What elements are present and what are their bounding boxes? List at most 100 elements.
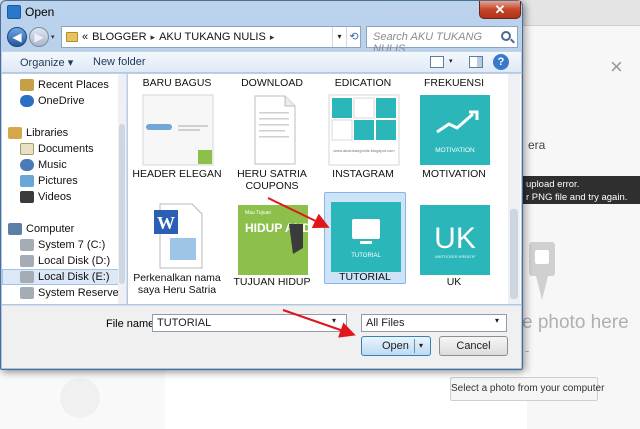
back-button[interactable]: ◀: [7, 27, 27, 47]
open-button[interactable]: Open ▾: [361, 336, 431, 356]
image-thumbnail: Mau Tujuan HIDUP ANDA: [238, 205, 309, 275]
address-history-dropdown-icon[interactable]: ▾: [332, 27, 346, 47]
file-item-perkenalkan[interactable]: W Perkenalkan nama saya Heru Satria: [132, 194, 222, 302]
sidebar-item-documents[interactable]: Documents: [2, 141, 126, 157]
sidebar-item-recent-places[interactable]: Recent Places: [2, 77, 126, 93]
upload-error-banner: upload error. r PNG file and try again.: [522, 176, 640, 204]
file-label: TUJUAN HIDUP: [233, 276, 311, 288]
drive-icon: [20, 239, 34, 251]
file-item-instagram[interactable]: www.akutukangnulis.blogspot.com INSTAGRA…: [318, 92, 408, 184]
computer-icon: [8, 223, 22, 235]
image-thumbnail: MOTIVATION: [420, 95, 490, 165]
scrollbar-thumb[interactable]: [119, 124, 125, 284]
breadcrumb-separator-icon[interactable]: ▸: [151, 32, 156, 43]
file-label: HERU SATRIA COUPONS: [237, 168, 307, 192]
sidebar-item-label: Recent Places: [38, 79, 109, 91]
breadcrumb-separator-icon[interactable]: ▸: [270, 32, 275, 43]
new-folder-button[interactable]: New folder: [93, 56, 146, 68]
recent-places-icon: [20, 79, 34, 91]
dialog-title: Open: [25, 5, 55, 19]
help-icon[interactable]: ?: [493, 54, 509, 70]
file-label[interactable]: EDICATION: [318, 77, 408, 89]
split-divider: [414, 339, 415, 353]
organize-menu-button[interactable]: Organize ▾: [20, 56, 73, 69]
sidebar-item-drive-c[interactable]: System 7 (C:): [2, 237, 126, 253]
sidebar-item-label: Videos: [38, 191, 72, 203]
sidebar-item-libraries[interactable]: Libraries: [2, 125, 126, 141]
file-type-dropdown-icon[interactable]: ▾: [495, 316, 499, 325]
thumb-caption: TUTORIAL: [351, 253, 381, 259]
breadcrumb-current-folder[interactable]: AKU TUKANG NULIS: [159, 31, 266, 43]
file-label: UK: [446, 276, 462, 288]
file-label[interactable]: FREKUENSI: [409, 77, 499, 89]
word-document-icon: W: [154, 203, 203, 269]
sidebar-item-pictures[interactable]: Pictures: [2, 173, 126, 189]
scrollbar-thumb[interactable]: [510, 209, 518, 299]
open-button-label: Open: [382, 340, 409, 352]
image-thumbnail: www.akutukangnulis.blogspot.com: [328, 94, 400, 166]
close-icon[interactable]: ×: [610, 56, 623, 78]
search-icon[interactable]: [501, 31, 511, 41]
videos-icon: [20, 191, 34, 203]
file-list: BARU BAGUS DOWNLOAD EDICATION FREKUENSI …: [128, 74, 521, 304]
close-button[interactable]: ✕: [479, 1, 521, 19]
onedrive-icon: [20, 95, 34, 107]
navpane-scrollbar[interactable]: [118, 74, 126, 304]
image-thumbnail: TUTORIAL: [331, 202, 401, 272]
sidebar-item-computer[interactable]: Computer: [2, 221, 126, 237]
dropzone-or: -: [525, 343, 530, 358]
image-thumbnail: UK UNSTICKER KREATIF: [420, 205, 490, 275]
file-label: MOTIVATION: [422, 168, 486, 180]
image-thumbnail: [142, 94, 214, 166]
svg-text:W: W: [157, 213, 175, 233]
drive-icon: [20, 255, 34, 267]
hangouts-icon[interactable]: [60, 378, 100, 418]
upload-photo-icon: [529, 242, 555, 300]
sidebar-item-videos[interactable]: Videos: [2, 189, 126, 205]
command-toolbar: Organize ▾ New folder ▾ ?: [2, 51, 521, 73]
file-item-tutorial[interactable]: TUTORIAL TUTORIAL: [324, 192, 406, 284]
address-bar[interactable]: « BLOGGER ▸ AKU TUKANG NULIS ▸ ▾ ⟲: [61, 26, 361, 48]
file-item-motivation[interactable]: MOTIVATION MOTIVATION: [409, 92, 499, 184]
file-name-input[interactable]: TUTORIAL: [152, 314, 347, 332]
sidebar-item-label: System Reserved: [38, 287, 125, 299]
document-thumbnail: [254, 95, 296, 165]
select-photo-button[interactable]: Select a photo from your computer: [450, 377, 604, 401]
refresh-icon[interactable]: ⟲: [346, 27, 361, 47]
sidebar-item-drive-d[interactable]: Local Disk (D:): [2, 253, 126, 269]
file-label[interactable]: BARU BAGUS: [132, 77, 222, 89]
file-item-header-elegan[interactable]: HEADER ELEGAN: [132, 92, 222, 184]
sidebar-item-label: Music: [38, 159, 67, 171]
file-list-scrollbar[interactable]: [508, 74, 520, 304]
open-file-dialog: Open ✕ ◀ ▶ ▾ « BLOGGER ▸ AKU TUKANG NULI…: [0, 0, 523, 370]
music-icon: [20, 159, 34, 171]
sidebar-item-drive-e[interactable]: Local Disk (E:): [2, 269, 126, 285]
view-options-dropdown-icon[interactable]: ▾: [449, 57, 453, 65]
breadcrumb-root[interactable]: «: [82, 31, 88, 43]
file-name-dropdown-icon[interactable]: ▾: [332, 316, 336, 325]
thumb-small-text: UNSTICKER KREATIF: [435, 254, 476, 259]
error-line: r PNG file and try again.: [526, 192, 628, 203]
dialog-titlebar[interactable]: Open ✕: [1, 1, 522, 23]
file-item-uk[interactable]: UK UNSTICKER KREATIF UK: [409, 194, 499, 290]
sidebar-item-label: OneDrive: [38, 95, 85, 107]
breadcrumb-blogger[interactable]: BLOGGER: [92, 31, 146, 43]
sidebar-item-label: Pictures: [38, 175, 78, 187]
search-input[interactable]: Search AKU TUKANG NULIS: [366, 26, 518, 55]
preview-pane-icon[interactable]: [469, 56, 483, 68]
sidebar-item-onedrive[interactable]: OneDrive: [2, 93, 126, 109]
drive-icon: [20, 271, 34, 283]
sidebar-item-music[interactable]: Music: [2, 157, 126, 173]
file-label[interactable]: DOWNLOAD: [227, 77, 317, 89]
folder-icon: [66, 32, 78, 42]
cancel-button[interactable]: Cancel: [439, 336, 508, 356]
recent-pages-dropdown-icon[interactable]: ▾: [51, 33, 55, 41]
documents-icon: [20, 143, 34, 155]
forward-button[interactable]: ▶: [29, 27, 49, 47]
file-item-heru-satria-coupons[interactable]: HERU SATRIA COUPONS: [227, 92, 317, 196]
file-item-tujuan-hidup[interactable]: Mau Tujuan HIDUP ANDA TUJUAN HIDUP: [227, 194, 317, 290]
sidebar-item-system-reserved[interactable]: System Reserved: [2, 285, 126, 301]
change-view-icon[interactable]: [430, 56, 444, 68]
file-type-select[interactable]: All Files: [361, 314, 507, 332]
open-options-dropdown-icon[interactable]: ▾: [419, 337, 423, 355]
